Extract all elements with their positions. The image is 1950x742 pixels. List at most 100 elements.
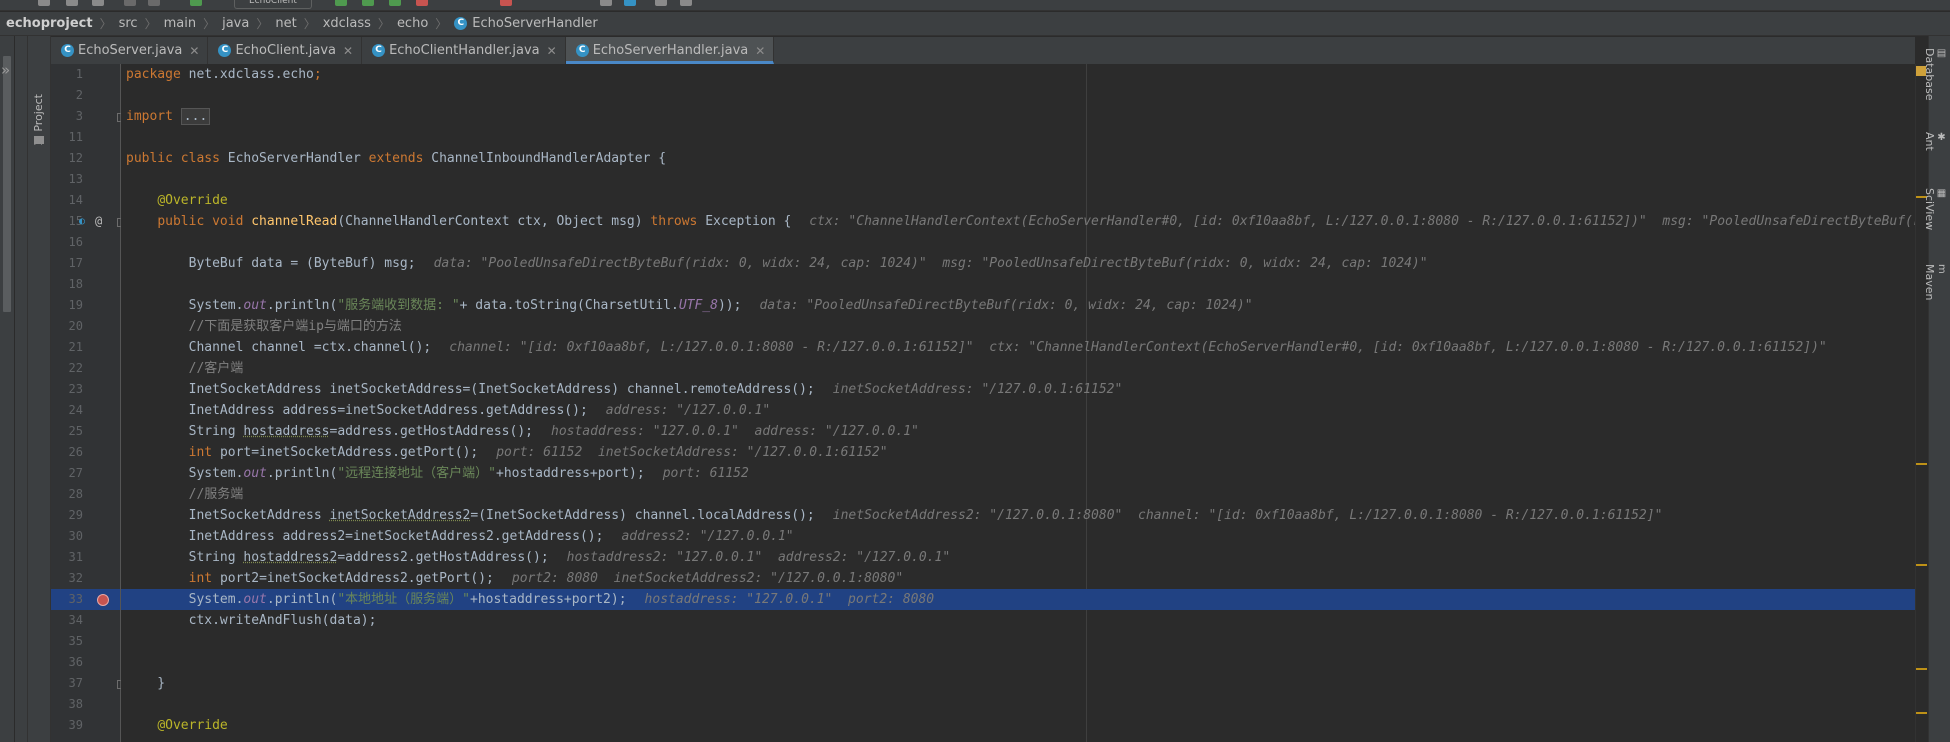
warning-marker[interactable] (1916, 463, 1927, 465)
breadcrumb-item-net[interactable]: net (275, 16, 296, 31)
gutter-row[interactable]: 19 (51, 295, 120, 316)
error-stripe[interactable] (1915, 64, 1928, 742)
code-line[interactable]: String hostaddress=address.getHostAddres… (121, 421, 1915, 442)
code-line[interactable]: package net.xdclass.echo; (121, 64, 1915, 85)
code-editor[interactable]: package net.xdclass.echo; import ... publi… (121, 64, 1915, 742)
code-line[interactable]: //客户端 (121, 358, 1915, 379)
gutter-row[interactable]: 18 (51, 274, 120, 295)
code-line[interactable] (121, 232, 1915, 253)
gutter-row[interactable]: 29 (51, 505, 120, 526)
gutter-row[interactable]: 1 (51, 64, 120, 85)
editor-gutter[interactable]: 1 2 3 11 12 13 14 15 ◐ @16 17 18 19 20 21 22 23 24 25 26 27 2… (51, 64, 126, 742)
code-line[interactable]: public class EchoServerHandler extends C… (121, 148, 1915, 169)
code-line[interactable]: InetSocketAddress inetSocketAddress2=(In… (121, 505, 1915, 526)
code-line[interactable]: @Override (121, 190, 1915, 211)
scrollbar-thumb[interactable] (3, 56, 11, 312)
code-line[interactable]: ctx.writeAndFlush(data); (121, 610, 1915, 631)
gutter-row[interactable]: 13 (51, 169, 120, 190)
refresh-icon[interactable] (92, 0, 104, 6)
code-line[interactable]: import ... (121, 106, 1915, 127)
gutter-row[interactable]: 3 (51, 106, 126, 127)
project-tool-window-tab[interactable]: 1: Project (28, 36, 51, 742)
gutter-row[interactable]: 15 ◐ @ (51, 211, 126, 232)
code-line[interactable]: public void channelRead(ChannelHandlerCo… (121, 211, 1915, 232)
gutter-row[interactable]: 24 (51, 400, 120, 421)
forward-icon[interactable] (148, 0, 160, 6)
close-icon[interactable]: ✕ (343, 44, 353, 58)
code-line[interactable]: System.out.println("服务端收到数据: "+ data.toS… (121, 295, 1915, 316)
save-icon[interactable] (38, 0, 50, 6)
gutter-row[interactable]: 11 (51, 127, 120, 148)
back-icon[interactable] (124, 0, 136, 6)
tab-echoserver[interactable]: C EchoServer.java ✕ (51, 37, 209, 64)
code-line[interactable]: System.out.println("远程连接地址（客户端）"+hostadd… (121, 463, 1915, 484)
stop-icon[interactable] (500, 0, 512, 6)
gutter-row[interactable]: 32 (51, 568, 120, 589)
run-config-selector[interactable]: EchoClient (234, 0, 312, 9)
code-line[interactable]: //下面是获取客户端ip与端口的方法 (121, 316, 1915, 337)
code-line[interactable] (121, 85, 1915, 106)
gutter-row[interactable]: 39 (51, 715, 120, 736)
tool-window-database[interactable]: ▤ Database (1923, 48, 1947, 101)
warning-marker[interactable] (1916, 564, 1927, 566)
profile-icon[interactable] (416, 0, 428, 6)
tool-window-sciview[interactable]: ▦ SciView (1923, 188, 1947, 230)
code-line[interactable]: int port2=inetSocketAddress2.getPort(); p… (121, 568, 1915, 589)
code-line[interactable]: //服务端 (121, 484, 1915, 505)
gutter-row[interactable]: 22 (51, 358, 120, 379)
code-line[interactable]: InetSocketAddress inetSocketAddress=(Ine… (121, 379, 1915, 400)
run-icon[interactable] (335, 0, 347, 6)
coverage-icon[interactable] (389, 0, 401, 6)
breadcrumb-item-src[interactable]: src (119, 16, 138, 31)
gutter-row[interactable]: 23 (51, 379, 120, 400)
sync-icon[interactable] (66, 0, 78, 6)
tab-echoserverhandler[interactable]: C EchoServerHandler.java ✕ (565, 37, 775, 64)
code-line[interactable] (121, 127, 1915, 148)
breadcrumb-item-java[interactable]: java (222, 16, 249, 31)
tool-window-maven[interactable]: m Maven (1923, 264, 1947, 300)
expand-panel-icon[interactable]: » (1, 61, 10, 79)
gutter-row[interactable]: 31 (51, 547, 120, 568)
breakpoint-icon[interactable] (97, 594, 109, 606)
warning-marker[interactable] (1916, 668, 1927, 670)
gutter-row[interactable]: 33 (51, 589, 120, 610)
window-icon[interactable] (655, 0, 667, 6)
breadcrumb-item-project[interactable]: echoproject (6, 16, 93, 31)
code-token[interactable]: ... (180, 108, 211, 125)
gutter-row[interactable]: 26 (51, 442, 120, 463)
breadcrumb-item-main[interactable]: main (164, 16, 196, 31)
current-execution-line[interactable]: System.out.println("本地地址（服务端）"+hostaddre… (121, 589, 1915, 610)
gutter-row[interactable]: 27 (51, 463, 120, 484)
code-line[interactable]: ByteBuf data = (ByteBuf) msg; data: "Pool… (121, 253, 1915, 274)
tool-window-ant[interactable]: ✱ Ant (1923, 132, 1947, 151)
code-line[interactable] (121, 169, 1915, 190)
override-icon[interactable]: ◐ (79, 211, 85, 232)
code-line[interactable] (121, 274, 1915, 295)
gutter-row[interactable]: 35 (51, 631, 120, 652)
structure-icon[interactable] (624, 0, 636, 6)
gutter-row[interactable]: 16 (51, 232, 120, 253)
tab-echoclienthandler[interactable]: C EchoClientHandler.java ✕ (362, 37, 566, 64)
debug-icon[interactable] (362, 0, 374, 6)
warning-marker[interactable] (1916, 712, 1927, 714)
settings-icon[interactable] (600, 0, 612, 6)
gutter-row[interactable]: 28 (51, 484, 120, 505)
breadcrumb-item-echo[interactable]: echo (397, 16, 428, 31)
close-icon[interactable]: ✕ (189, 44, 199, 58)
gutter-row[interactable]: 36 (51, 652, 120, 673)
code-line[interactable]: String hostaddress2=address2.getHostAddr… (121, 547, 1915, 568)
search-icon[interactable] (680, 0, 692, 6)
breadcrumb-item-class[interactable]: C EchoServerHandler (454, 16, 598, 31)
code-line[interactable] (121, 652, 1915, 673)
build-icon[interactable] (190, 0, 202, 6)
gutter-row[interactable]: 38 (51, 694, 120, 715)
gutter-row[interactable]: 2 (51, 85, 120, 106)
annotation-icon[interactable]: @ (95, 211, 102, 232)
code-line[interactable]: InetAddress address2=inetSocketAddress2.… (121, 526, 1915, 547)
gutter-row[interactable]: 21 (51, 337, 120, 358)
code-line[interactable] (121, 694, 1915, 715)
tab-echoclient[interactable]: C EchoClient.java ✕ (208, 37, 363, 64)
code-line[interactable]: } (121, 673, 1915, 694)
code-line[interactable]: @Override (121, 715, 1915, 736)
gutter-row[interactable]: 25 (51, 421, 120, 442)
